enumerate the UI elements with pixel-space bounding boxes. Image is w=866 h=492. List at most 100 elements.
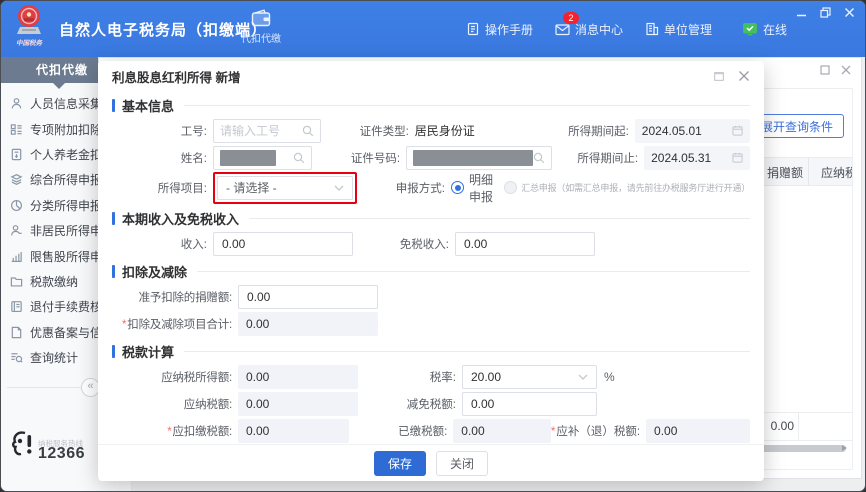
document-icon — [10, 326, 23, 339]
cert-no-label: 证件号码: — [350, 152, 401, 165]
search-icon[interactable] — [302, 125, 314, 137]
tax-rate-select[interactable]: 20.00 — [462, 364, 597, 389]
search-icon[interactable] — [293, 152, 305, 164]
cert-no-input[interactable] — [406, 145, 553, 170]
tax-payable-field: 0.00 — [238, 391, 358, 416]
person-outline-icon — [10, 224, 23, 237]
job-no-input[interactable] — [213, 118, 321, 143]
deduction-total-field: 0.00 — [238, 311, 378, 336]
section-tax-calc: 税款计算 — [112, 340, 750, 363]
cert-type-value: 居民身份证 — [414, 124, 475, 138]
search-icon[interactable] — [533, 152, 545, 164]
revenue-label: 收入: — [180, 238, 207, 251]
emblem-icon — [17, 5, 41, 34]
deduction-total-label: *扣除及减除项目合计: — [122, 318, 232, 331]
close-button[interactable]: 关闭 — [436, 450, 489, 476]
period-start-field[interactable]: 2024.05.01 — [634, 118, 751, 143]
period-end-field[interactable]: 2024.05.31 — [644, 145, 750, 170]
message-center-label: 消息中心 — [574, 22, 623, 37]
detail-declare-radio[interactable] — [451, 181, 464, 194]
hotline-number: 12366 — [38, 445, 85, 462]
online-icon — [742, 22, 758, 37]
chevron-down-icon — [578, 374, 588, 380]
save-button[interactable]: 保存 — [373, 450, 426, 476]
taxable-income-label: 应纳税所得额: — [161, 371, 232, 384]
inner-window-controls — [820, 65, 851, 75]
tax-payable-label: 应纳税额: — [183, 398, 232, 411]
donation-input[interactable]: 0.00 — [238, 284, 378, 309]
calendar-icon[interactable] — [732, 152, 743, 163]
row-donation: 准予扣除的捐赠额: 0.00 — [112, 283, 750, 310]
window-controls — [796, 7, 855, 18]
search-list-icon — [10, 351, 23, 364]
period-start-label: 所得期间起: — [568, 125, 629, 138]
topbar: 中国税务 自然人电子税务局（扣缴端） 代扣代缴 操作手册 2 消息中心 单位管理… — [1, 1, 865, 57]
sidebar-header-pointer — [53, 83, 65, 89]
taxable-income-field: 0.00 — [238, 364, 358, 389]
expand-query-button[interactable]: 展开查询条件 — [749, 114, 844, 138]
name-redacted-value — [220, 149, 276, 166]
dialog-title: 利息股息红利所得 新增 — [112, 70, 241, 85]
dialog-close-icon[interactable] — [738, 70, 750, 82]
topnav-withholding[interactable]: 代扣代缴 — [233, 9, 289, 45]
brand: 中国税务 自然人电子税务局（扣缴端） — [9, 4, 267, 54]
summary-declare-radio[interactable] — [504, 181, 518, 194]
row-deduction-total: *扣除及减除项目合计: 0.00 — [112, 310, 750, 337]
message-badge: 2 — [562, 11, 579, 24]
ledger-icon — [10, 300, 23, 313]
dialog-body: 基本信息 工号: 证件类型: 居民身份证 所得期间起: 202 — [98, 91, 764, 444]
row-tax-1: 应纳税所得额: 0.00 税率: 20.00 % — [112, 363, 750, 390]
manual-button[interactable]: 操作手册 — [466, 21, 533, 38]
section-deduction: 扣除及减除 — [112, 260, 750, 283]
topnav-withholding-label: 代扣代缴 — [241, 34, 281, 45]
hotline-headset-icon — [11, 431, 32, 456]
tax-free-input[interactable]: 0.00 — [455, 231, 595, 256]
tax-reduce-input[interactable]: 0.00 — [462, 391, 597, 416]
summary-declare-label: 汇总申报（如需汇总申报，请先前往办税服务厅进行开通） — [521, 183, 750, 193]
user-icon — [10, 97, 23, 110]
online-label: 在线 — [762, 22, 787, 37]
income-item-select[interactable]: - 请选择 - — [217, 175, 353, 200]
section-current-income: 本期收入及免税收入 — [112, 207, 750, 230]
dialog-maximize-icon[interactable] — [713, 71, 725, 82]
name-input[interactable] — [213, 145, 313, 170]
company-icon — [645, 22, 659, 36]
wallet-icon — [251, 9, 271, 27]
brand-caption: 中国税务 — [16, 40, 42, 47]
app-window: 中国税务 自然人电子税务局（扣缴端） 代扣代缴 操作手册 2 消息中心 单位管理… — [0, 0, 866, 492]
maximize-icon[interactable] — [820, 7, 831, 18]
close-inner-icon[interactable] — [841, 65, 851, 75]
tax-rate-unit: % — [604, 369, 615, 384]
unit-management-label: 单位管理 — [663, 22, 712, 37]
layers-icon — [10, 173, 23, 186]
revenue-input[interactable]: 0.00 — [213, 231, 353, 256]
manual-label: 操作手册 — [484, 22, 533, 37]
scroll-right-arrow-icon[interactable] — [842, 445, 847, 451]
message-center-button[interactable]: 2 消息中心 — [555, 11, 623, 38]
unit-management-button[interactable]: 单位管理 — [645, 21, 712, 38]
withhold-field: 0.00 — [238, 418, 350, 443]
restore-icon[interactable] — [820, 65, 830, 75]
folder-icon — [10, 275, 23, 288]
income-item-highlight: - 请选择 - — [213, 171, 357, 204]
topbar-right: 操作手册 2 消息中心 单位管理 在线 — [466, 1, 787, 57]
message-icon — [555, 23, 570, 36]
online-status[interactable]: 在线 — [742, 21, 787, 38]
declare-mode-label: 申报方式: — [395, 182, 445, 195]
table-cell-donation: 0.00 — [770, 419, 794, 433]
income-item-label: 所得项目: — [157, 182, 207, 195]
minimize-icon[interactable] — [796, 7, 807, 18]
row-tax-3: *应扣缴税额: 0.00 已缴税额: 0.00 *应补（退）税额: 0.00 — [112, 417, 750, 444]
name-label: 姓名: — [180, 152, 207, 165]
form-grid-icon — [10, 123, 23, 136]
tax-reduce-label: 减免税额: — [406, 398, 456, 411]
row-basic-2: 姓名: 证件号码: 所得期间止: 2024.05.31 — [112, 144, 750, 171]
detail-declare-label: 明细申报 — [469, 172, 494, 204]
calendar-icon[interactable] — [732, 125, 743, 136]
cert-no-redacted-value — [413, 149, 534, 166]
pie-chart-icon — [10, 199, 23, 212]
table-header-taxable-income: 应纳税所得额 — [821, 166, 852, 180]
close-window-icon[interactable] — [844, 7, 855, 18]
donation-label: 准予扣除的捐赠额: — [138, 291, 233, 304]
dialog-header: 利息股息红利所得 新增 — [98, 61, 764, 91]
